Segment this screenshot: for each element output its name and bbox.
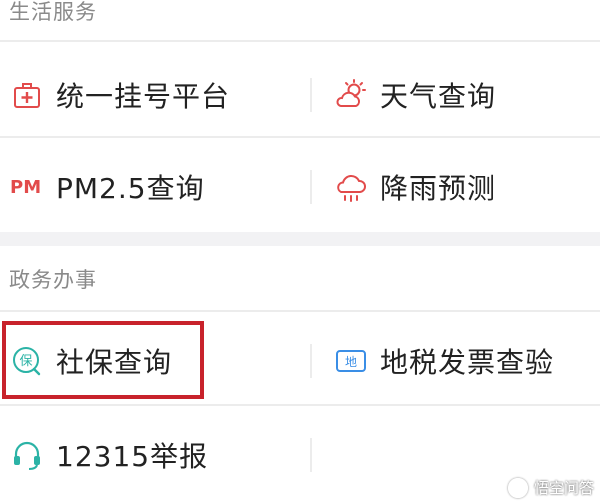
divider xyxy=(0,404,600,406)
divider xyxy=(0,136,600,138)
service-item-weather[interactable]: 天气查询 xyxy=(334,70,496,120)
hospital-registration-icon xyxy=(10,78,44,112)
watermark-text: 悟空问答 xyxy=(533,479,594,497)
section-title-life-services: 生活服务 xyxy=(9,0,97,24)
divider xyxy=(310,170,312,204)
rain-cloud-icon xyxy=(334,170,368,204)
pm-icon: PM xyxy=(10,176,42,198)
divider xyxy=(310,78,312,112)
service-label: 地税发票查验 xyxy=(380,346,555,379)
service-label: PM2.5查询 xyxy=(56,172,205,205)
section-title-gov-services: 政务办事 xyxy=(9,268,97,292)
service-label: 12315举报 xyxy=(56,440,209,473)
headset-icon xyxy=(10,438,44,472)
service-label: 降雨预测 xyxy=(380,172,497,205)
watermark-logo-icon xyxy=(507,477,528,498)
life-services-section: 生活服务 统一挂号平台 天气查询 PM PM2.5查询 降雨预测 xyxy=(0,0,600,232)
divider xyxy=(310,438,312,472)
highlight-box xyxy=(2,321,204,399)
divider xyxy=(0,40,600,42)
service-item-pm25[interactable]: PM PM2.5查询 xyxy=(10,162,205,212)
service-item-registration[interactable]: 统一挂号平台 xyxy=(10,70,230,120)
divider xyxy=(310,344,312,378)
service-item-tax-invoice[interactable]: 地 地税发票查验 xyxy=(334,336,554,386)
weather-sun-cloud-icon xyxy=(334,78,368,112)
watermark: 悟空问答 xyxy=(507,477,594,498)
divider xyxy=(0,310,600,312)
service-item-12315-report[interactable]: 12315举报 xyxy=(10,430,208,480)
tax-invoice-icon-char: 地 xyxy=(345,355,357,369)
tax-invoice-icon: 地 xyxy=(334,344,368,378)
service-label: 天气查询 xyxy=(380,80,497,113)
service-item-rain-forecast[interactable]: 降雨预测 xyxy=(334,162,496,212)
service-label: 统一挂号平台 xyxy=(56,80,231,113)
